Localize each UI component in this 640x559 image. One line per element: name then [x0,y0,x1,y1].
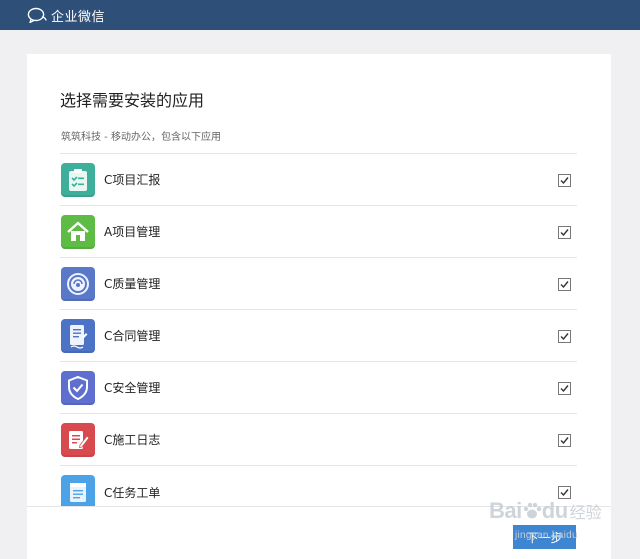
app-checkbox[interactable] [558,433,571,447]
watermark-brand-suffix: du [541,498,568,523]
app-checkbox[interactable] [558,329,571,343]
watermark-brand: Bai [489,498,522,523]
logo[interactable]: 企业微信 [27,6,105,25]
app-checkbox[interactable] [558,277,571,291]
list-item: C质量管理 [60,258,577,310]
app-name: C任务工单 [104,485,161,500]
list-item: A项目管理 [60,206,577,258]
notebook-pen-icon [61,422,95,457]
app-name: C安全管理 [104,381,161,395]
shield-check-icon [61,370,95,405]
app-name: C质量管理 [104,277,161,291]
brand-name: 企业微信 [51,9,106,25]
app-name: A项目管理 [104,225,161,239]
app-checkbox[interactable] [558,225,571,239]
chat-bubble-icon [27,7,47,23]
quality-badge-icon [61,266,95,301]
app-name: C施工日志 [104,433,161,447]
task-list-icon [61,475,95,506]
package-description: 筑筑科技 - 移动办公，包含以下应用 [61,132,221,143]
home-icon [61,214,95,249]
list-item: C施工日志 [60,414,577,466]
list-item: C安全管理 [60,362,577,414]
page-title: 选择需要安装的应用 [60,91,205,110]
paw-icon [523,502,541,519]
app-list[interactable]: C项目汇报 A项目管理 C质量管理 C合同管理 C安全管理 C施工日志 C任务工… [60,154,577,506]
app-checkbox[interactable] [558,381,571,395]
app-name: C项目汇报 [104,173,161,187]
list-item: C合同管理 [60,310,577,362]
baidu-watermark: Bai du 经验 [489,498,602,524]
top-bar: 企业微信 [0,0,640,30]
report-clipboard-icon [61,162,95,197]
watermark-cn: 经验 [569,505,602,522]
app-name: C合同管理 [104,329,161,343]
app-checkbox[interactable] [558,173,571,187]
install-apps-dialog: 选择需要安装的应用 筑筑科技 - 移动办公，包含以下应用 C项目汇报 A项目管理… [27,54,611,559]
list-item: C项目汇报 [60,154,577,206]
watermark-url: jingyan.baidu [515,530,578,541]
contract-document-icon [61,318,95,353]
